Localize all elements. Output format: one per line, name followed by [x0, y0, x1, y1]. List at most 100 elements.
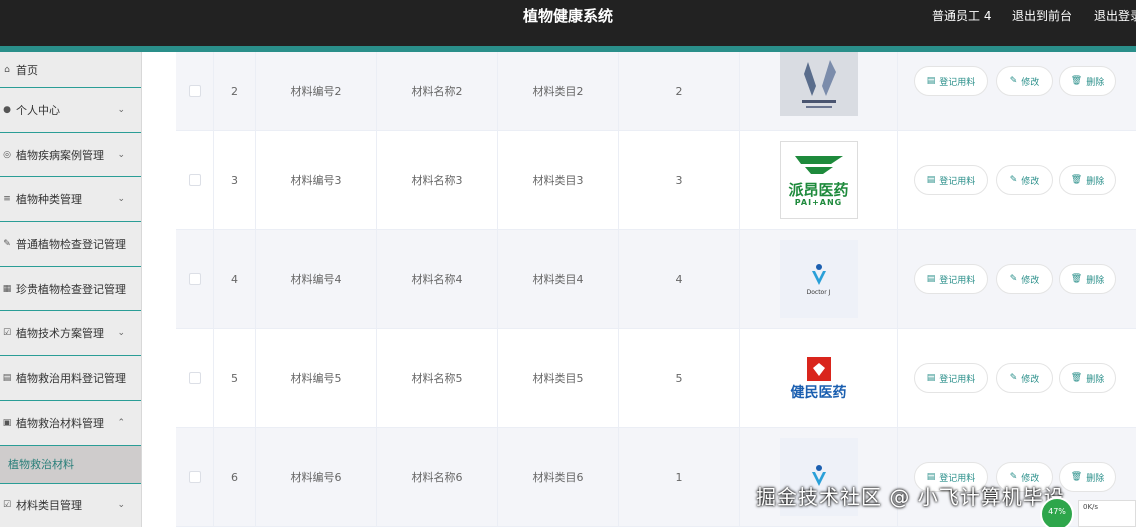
row-checkbox[interactable]: [188, 471, 201, 483]
material-name: 材料名称6: [377, 428, 498, 526]
sidebar-item-home[interactable]: ⌂ 首页: [0, 52, 141, 88]
sidebar-item-label: 植物救治用料登记管理: [16, 371, 126, 385]
chevron-down-icon: ⌄: [117, 194, 125, 205]
sidebar-item-label: 植物技术方案管理: [16, 327, 104, 341]
edit-button[interactable]: ✎ 修改: [996, 165, 1053, 195]
material-quantity: 2: [619, 52, 740, 130]
chevron-down-icon: ⌄: [117, 104, 125, 115]
delete-button[interactable]: 🗑 删除: [1059, 66, 1116, 96]
document-icon: ▤: [926, 175, 936, 185]
material-image: [779, 52, 858, 116]
table-row: 2 材料编号2 材料名称2 材料类目2 2 ▤ 登记用料 ✎ 修改 🗑 删除: [176, 52, 1136, 131]
sidebar-item-label: 普通植物检查登记管理: [16, 237, 126, 251]
material-category: 材料类目4: [498, 230, 619, 328]
sidebar-item-materials[interactable]: ▣ 植物救治材料管理 ⌃: [0, 401, 141, 446]
sidebar: ⌂ 首页 ● 个人中心 ⌄ ◎ 植物疾病案例管理 ⌄ ≡ 植物种类管理 ⌄ ✎ …: [0, 52, 142, 527]
material-category: 材料类目3: [498, 131, 619, 229]
delete-button[interactable]: 🗑 删除: [1059, 165, 1116, 195]
sidebar-item-label: 珍贵植物检查登记管理: [16, 282, 126, 296]
chevron-up-icon: ⌃: [117, 417, 125, 428]
delete-button[interactable]: 🗑 删除: [1059, 264, 1116, 294]
sidebar-item-normal-check[interactable]: ✎ 普通植物检查登记管理: [0, 222, 141, 267]
pharma-logo-icon: [801, 60, 836, 108]
edit-button[interactable]: ✎ 修改: [996, 66, 1053, 96]
home-icon: ⌂: [4, 64, 10, 75]
watermark: 掘金技术社区 @ 小飞计算机毕设: [756, 485, 1065, 509]
sidebar-subitem-active[interactable]: 植物救治材料: [0, 445, 141, 484]
plan-icon: ☑: [2, 328, 12, 339]
logo-text: Doctor J: [806, 288, 831, 296]
material-name: 材料名称5: [377, 329, 498, 427]
user-icon: ●: [3, 104, 11, 115]
material-code: 材料编号3: [256, 131, 377, 229]
jianmin-logo-icon: [806, 357, 831, 381]
sidebar-item-category[interactable]: ☑ 材料类目管理 ⌄: [0, 484, 141, 527]
material-image: Doctor J: [779, 240, 858, 318]
sidebar-item-material-register[interactable]: ▤ 植物救治用料登记管理: [0, 356, 141, 401]
document-icon: ▤: [926, 274, 936, 284]
sidebar-item-profile[interactable]: ● 个人中心 ⌄: [0, 88, 141, 133]
sidebar-item-species[interactable]: ≡ 植物种类管理 ⌄: [0, 177, 141, 223]
material-quantity: 1: [619, 428, 740, 526]
logo-text: 派昂医药: [788, 181, 849, 199]
row-index: 4: [214, 230, 256, 328]
chevron-down-icon: ⌄: [117, 328, 125, 339]
document-icon: ▤: [926, 373, 936, 383]
register-icon: ▤: [2, 372, 12, 383]
trash-icon: 🗑: [1070, 175, 1083, 185]
material-category: 材料类目5: [498, 329, 619, 427]
network-rate: 0K/s: [1078, 500, 1136, 527]
delete-button[interactable]: 🗑 删除: [1059, 462, 1116, 492]
row-checkbox[interactable]: [188, 372, 201, 384]
pencil-icon: ✎: [1009, 175, 1018, 185]
register-material-button[interactable]: ▤ 登记用料: [914, 66, 988, 96]
table-row: 6 材料编号6 材料名称6 材料类目6 1 ▤ 登记用料 ✎ 修改 🗑 删除: [176, 428, 1136, 527]
row-index: 2: [214, 52, 256, 130]
register-material-button[interactable]: ▤ 登记用料: [914, 165, 988, 195]
sidebar-item-label: 材料类目管理: [16, 499, 82, 513]
pencil-icon: ✎: [1009, 274, 1018, 284]
user-label[interactable]: 普通员工 4: [932, 0, 991, 32]
list-icon: ≡: [3, 194, 11, 205]
sidebar-item-label: 植物救治材料管理: [16, 416, 104, 430]
register-material-button[interactable]: ▤ 登记用料: [914, 264, 988, 294]
sidebar-item-label: 植物种类管理: [16, 193, 82, 207]
material-name: 材料名称4: [377, 230, 498, 328]
materials-table: 2 材料编号2 材料名称2 材料类目2 2 ▤ 登记用料 ✎ 修改 🗑 删除 3 材料…: [176, 52, 1136, 527]
material-quantity: 5: [619, 329, 740, 427]
table-row: 3 材料编号3 材料名称3 材料类目3 3 派昂医药 PAI+ANG ▤ 登记用料…: [176, 131, 1136, 230]
logout-link[interactable]: 退出登录: [1094, 0, 1136, 32]
delete-button[interactable]: 🗑 删除: [1059, 363, 1116, 393]
material-quantity: 3: [619, 131, 740, 229]
trash-icon: 🗑: [1070, 373, 1083, 383]
row-index: 6: [214, 428, 256, 526]
material-image: 健民医药: [779, 339, 858, 417]
case-icon: ◎: [3, 149, 11, 160]
row-checkbox[interactable]: [188, 273, 201, 285]
doctorj-logo-icon: [811, 263, 826, 285]
row-index: 5: [214, 329, 256, 427]
sidebar-item-rare-check[interactable]: ▦ 珍贵植物检查登记管理: [0, 267, 141, 312]
material-category: 材料类目2: [498, 52, 619, 130]
trash-icon: 🗑: [1070, 274, 1083, 284]
chevron-down-icon: ⌄: [117, 500, 125, 511]
content-padding: [142, 52, 176, 527]
material-image: 派昂医药 PAI+ANG: [779, 141, 858, 219]
register-material-button[interactable]: ▤ 登记用料: [914, 363, 988, 393]
edit-button[interactable]: ✎ 修改: [996, 264, 1053, 294]
front-link[interactable]: 退出到前台: [1012, 0, 1072, 32]
material-code: 材料编号2: [256, 52, 377, 130]
edit-button[interactable]: ✎ 修改: [996, 363, 1053, 393]
edit-icon: ✎: [3, 238, 11, 249]
sidebar-item-tech-plan[interactable]: ☑ 植物技术方案管理 ⌄: [0, 311, 141, 357]
row-checkbox[interactable]: [188, 174, 201, 186]
material-code: 材料编号4: [256, 230, 377, 328]
row-checkbox[interactable]: [188, 85, 201, 97]
sidebar-item-disease-cases[interactable]: ◎ 植物疾病案例管理 ⌄: [0, 133, 141, 178]
document-icon: ▤: [926, 76, 936, 86]
category-icon: ☑: [2, 500, 12, 511]
grid-icon: ▦: [2, 283, 12, 294]
chevron-down-icon: ⌄: [117, 149, 125, 160]
logo-subtext: PAI+ANG: [794, 198, 843, 207]
row-index: 3: [214, 131, 256, 229]
